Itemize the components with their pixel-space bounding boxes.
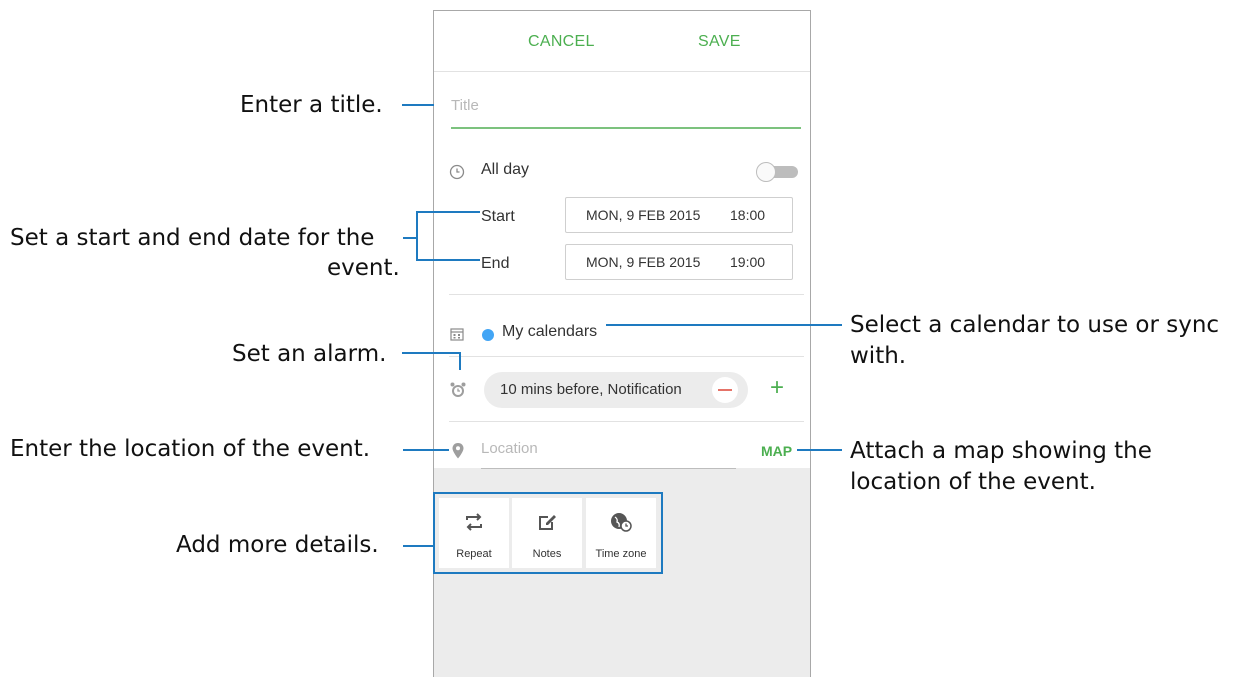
title-input[interactable]: Title [451, 97, 801, 129]
callout-line-dates [403, 237, 417, 239]
alarm-label: 10 mins before, Notification [500, 381, 682, 398]
callout-line-title [402, 104, 434, 106]
add-alarm-button[interactable]: + [766, 375, 788, 401]
remove-alarm-button[interactable] [712, 377, 738, 403]
end-time: 19:00 [730, 254, 766, 270]
allday-label: All day [481, 161, 530, 178]
start-label: Start [481, 208, 515, 225]
event-editor-screen: CANCEL SAVE Title All day Start MON, 9 F… [433, 10, 811, 677]
map-button[interactable]: MAP [761, 443, 792, 459]
annotation-calendar-line1: Select a calendar to use or sync [850, 312, 1220, 338]
callout-line-location [403, 449, 449, 451]
details-highlight-box [433, 492, 663, 574]
save-button[interactable]: SAVE [698, 33, 741, 51]
allday-toggle[interactable] [756, 162, 804, 182]
annotation-title: Enter a title. [240, 92, 383, 118]
callout-drop-alarm [459, 352, 461, 370]
annotation-dates-line1: Set a start and end date for the [10, 225, 375, 251]
start-time: 18:00 [730, 207, 766, 223]
callout-line-alarm [402, 352, 460, 354]
calendar-icon [449, 326, 465, 347]
location-pin-icon [451, 442, 465, 465]
annotation-location: Enter the location of the event. [10, 436, 371, 462]
toggle-knob [756, 162, 776, 182]
callout-line-start [416, 211, 480, 213]
location-placeholder: Location [481, 440, 538, 457]
annotation-map-line2: location of the event. [850, 469, 1096, 495]
callout-line-end [416, 259, 480, 261]
annotation-dates-line2: event. [327, 255, 400, 281]
end-date: MON, 9 FEB 2015 [586, 254, 701, 270]
clock-icon [449, 164, 465, 185]
calendar-color-dot [482, 329, 494, 341]
annotation-map-line1: Attach a map showing the [850, 438, 1152, 464]
alarm-clock-icon [449, 381, 467, 404]
callout-line-calendar [606, 324, 842, 326]
divider [449, 294, 804, 295]
start-date: MON, 9 FEB 2015 [586, 207, 701, 223]
start-datetime-button[interactable]: MON, 9 FEB 2015 18:00 [565, 197, 793, 233]
end-datetime-button[interactable]: MON, 9 FEB 2015 19:00 [565, 244, 793, 280]
alarm-reminder[interactable]: 10 mins before, Notification [484, 372, 748, 408]
annotation-alarm: Set an alarm. [232, 341, 387, 367]
annotation-calendar-line2: with. [850, 343, 907, 369]
callout-bracket-dates [416, 211, 418, 261]
action-bar: CANCEL SAVE [434, 11, 810, 72]
annotation-details: Add more details. [176, 532, 379, 558]
title-placeholder: Title [451, 97, 479, 114]
end-label: End [481, 255, 510, 272]
cancel-button[interactable]: CANCEL [528, 33, 595, 51]
location-input[interactable]: Location [481, 438, 736, 469]
callout-line-details [403, 545, 433, 547]
divider [449, 421, 804, 422]
divider [449, 356, 804, 357]
calendar-selector[interactable]: My calendars [502, 323, 597, 341]
callout-line-map [797, 449, 842, 451]
